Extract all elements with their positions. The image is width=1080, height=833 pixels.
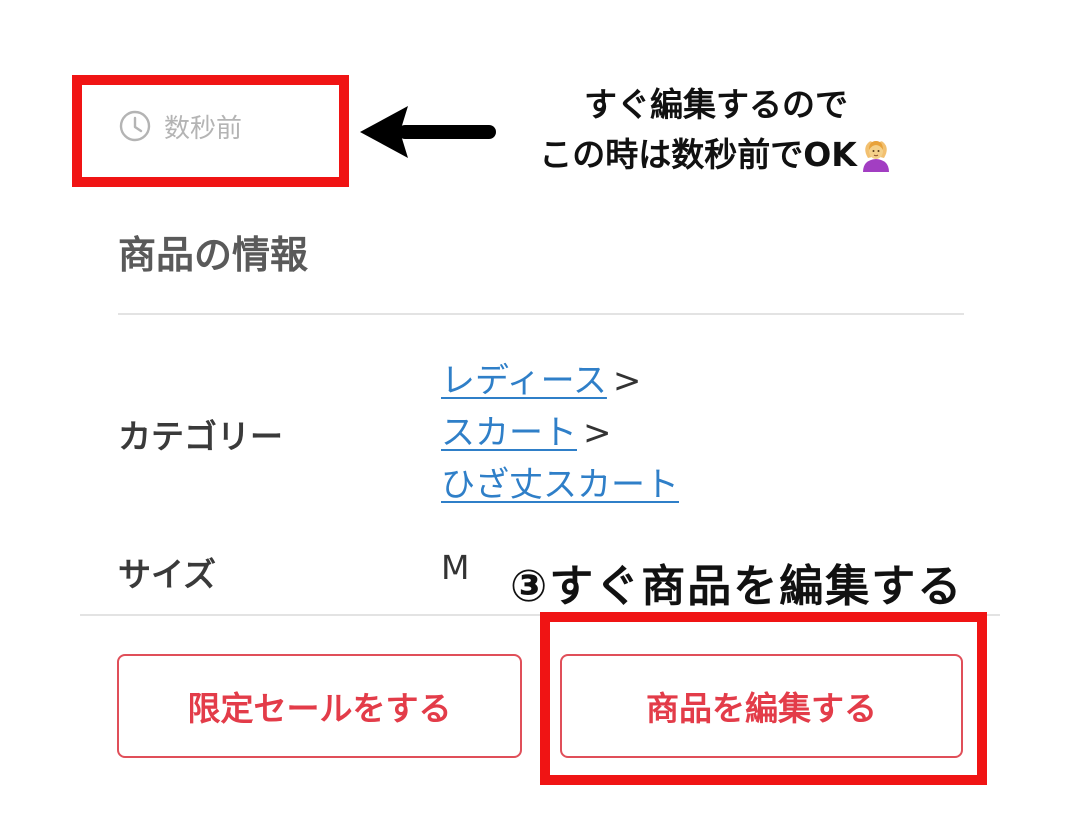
category-link-skirt[interactable]: スカート <box>441 413 577 453</box>
annotation-note-line2-text: この時は数秒前でOK <box>539 135 857 174</box>
section-divider <box>118 313 964 315</box>
annotation-step: ③すぐ商品を編集する <box>510 561 964 612</box>
category-crumb: レディース > <box>441 355 679 407</box>
size-label: サイズ <box>118 555 217 594</box>
annotation-note: すぐ編集するので この時は数秒前でOK <box>496 80 936 180</box>
crumb-separator: > <box>612 361 642 401</box>
category-link-ladies[interactable]: レディース <box>441 361 607 401</box>
category-crumb: スカート > <box>441 407 679 459</box>
section-title: 商品の情報 <box>118 233 309 277</box>
highlight-box-edit-button <box>540 612 987 785</box>
highlight-box-timestamp <box>72 75 349 187</box>
crumb-separator: > <box>583 413 612 453</box>
annotation-note-line2: この時は数秒前でOK <box>496 130 936 180</box>
arrow-left-icon <box>360 106 496 158</box>
person-gesturing-ok-icon <box>862 141 889 172</box>
category-label: カテゴリー <box>118 417 283 456</box>
limited-sale-button[interactable]: 限定セールをする <box>117 654 522 758</box>
category-path: レディース > スカート > ひざ丈スカート <box>441 355 679 511</box>
category-link-knee-length-skirt[interactable]: ひざ丈スカート <box>441 465 679 505</box>
size-value: M <box>441 548 470 587</box>
annotation-note-line1: すぐ編集するので <box>584 85 848 124</box>
category-crumb: ひざ丈スカート <box>441 459 679 511</box>
